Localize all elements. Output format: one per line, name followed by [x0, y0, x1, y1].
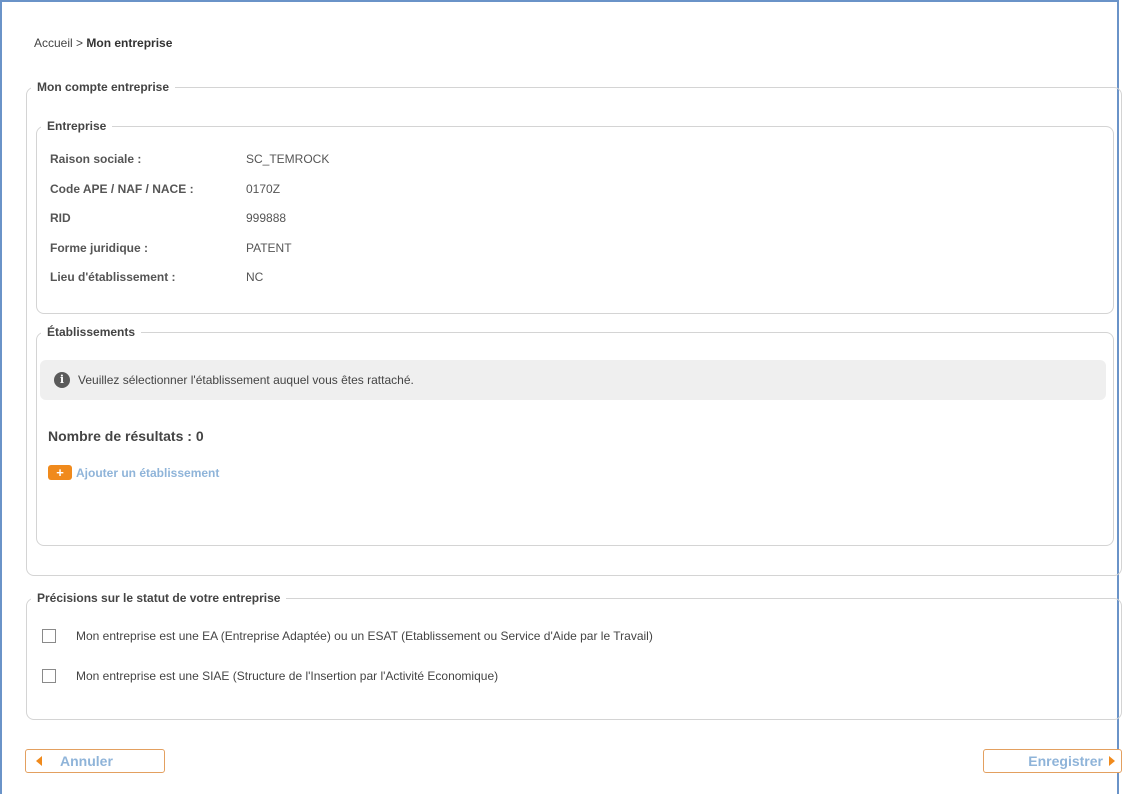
- breadcrumb-current: Mon entreprise: [86, 36, 173, 50]
- ea-esat-checkbox[interactable]: [42, 629, 56, 643]
- ea-esat-option[interactable]: Mon entreprise est une EA (Entreprise Ad…: [42, 629, 653, 643]
- establishments-legend: Établissements: [47, 325, 136, 339]
- field-label: Lieu d'établissement :: [50, 270, 176, 284]
- field-label: Forme juridique :: [50, 241, 149, 255]
- breadcrumb: Accueil > Mon entreprise: [34, 36, 172, 50]
- siae-label: Mon entreprise est une SIAE (Structure d…: [76, 669, 499, 683]
- add-establishment-label: Ajouter un établissement: [76, 465, 220, 480]
- company-legal-form-row: Forme juridique : PATENT: [50, 241, 292, 255]
- add-establishment-link[interactable]: + Ajouter un établissement: [48, 465, 219, 480]
- company-location-row: Lieu d'établissement : NC: [50, 270, 263, 284]
- company-ape-row: Code APE / NAF / NACE : 0170Z: [50, 182, 280, 196]
- field-value: NC: [246, 270, 264, 284]
- company-name-row: Raison sociale : SC_TEMROCK: [50, 152, 329, 166]
- field-label: Code APE / NAF / NACE :: [50, 182, 194, 196]
- account-legend: Mon compte entreprise: [37, 80, 170, 94]
- breadcrumb-home-link[interactable]: Accueil: [34, 36, 73, 50]
- info-icon: i: [54, 372, 70, 388]
- siae-checkbox[interactable]: [42, 669, 56, 683]
- company-legend: Entreprise: [47, 119, 107, 133]
- arrow-right-icon: [1109, 756, 1115, 766]
- field-value: 999888: [246, 211, 287, 225]
- field-label: RID: [50, 211, 71, 225]
- cancel-label: Annuler: [60, 753, 113, 769]
- company-rid-row: RID 999888: [50, 211, 286, 225]
- breadcrumb-separator: >: [76, 36, 84, 50]
- field-value: 0170Z: [246, 182, 281, 196]
- field-label: Raison sociale :: [50, 152, 142, 166]
- info-notice: i Veuillez sélectionner l'établissement …: [40, 360, 1106, 400]
- save-button[interactable]: Enregistrer: [983, 749, 1122, 773]
- ea-esat-label: Mon entreprise est une EA (Entreprise Ad…: [76, 629, 653, 643]
- status-legend: Précisions sur le statut de votre entrep…: [37, 591, 281, 605]
- siae-option[interactable]: Mon entreprise est une SIAE (Structure d…: [42, 669, 498, 683]
- status-section: Précisions sur le statut de votre entrep…: [26, 591, 1122, 720]
- results-count: Nombre de résultats : 0: [48, 428, 204, 444]
- plus-icon: +: [48, 465, 72, 480]
- arrow-left-icon: [36, 756, 42, 766]
- cancel-button[interactable]: Annuler: [25, 749, 165, 773]
- save-label: Enregistrer: [1028, 753, 1103, 769]
- field-value: SC_TEMROCK: [246, 152, 330, 166]
- notice-text: Veuillez sélectionner l'établissement au…: [78, 373, 414, 387]
- field-value: PATENT: [246, 241, 292, 255]
